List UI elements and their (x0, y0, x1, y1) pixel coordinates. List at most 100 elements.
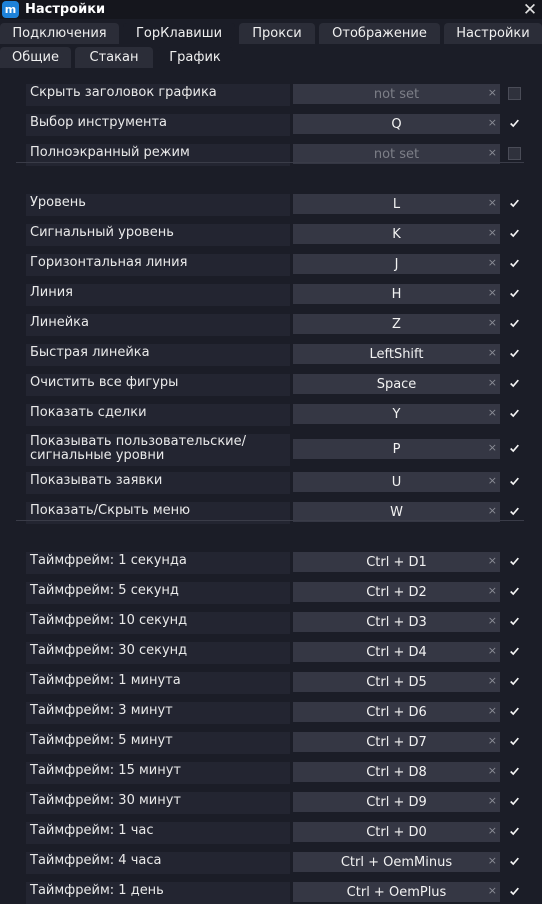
enable-checkbox[interactable] (508, 287, 521, 300)
hotkey-input[interactable]: U × (293, 472, 500, 492)
hotkey-input[interactable]: Ctrl + D7 × (293, 732, 500, 752)
enable-checkbox[interactable] (508, 442, 521, 455)
clear-icon[interactable]: × (488, 764, 497, 777)
hotkey-value: L (392, 196, 401, 212)
subtab-orderbook[interactable]: Стакан (75, 47, 153, 68)
enable-checkbox[interactable] (508, 475, 521, 488)
clear-icon[interactable]: × (488, 346, 497, 359)
hotkey-input[interactable]: Ctrl + OemMinus × (293, 852, 500, 872)
enable-checkbox[interactable] (508, 555, 521, 568)
hotkey-label-text: Таймфрейм: 1 день (30, 882, 164, 898)
enable-checkbox[interactable] (508, 615, 521, 628)
clear-icon[interactable]: × (488, 406, 497, 419)
clear-icon[interactable]: × (488, 116, 497, 129)
hotkey-input[interactable]: Ctrl + OemPlus × (293, 882, 500, 902)
enable-checkbox[interactable] (508, 585, 521, 598)
enable-checkbox[interactable] (508, 87, 521, 100)
clear-icon[interactable]: × (488, 376, 497, 389)
clear-icon[interactable]: × (488, 614, 497, 627)
hotkey-input[interactable]: Ctrl + D6 × (293, 702, 500, 722)
hotkey-label-text: Таймфрейм: 30 секунд (30, 642, 188, 658)
hotkey-input[interactable]: Ctrl + D2 × (293, 582, 500, 602)
hotkey-input[interactable]: Y × (293, 404, 500, 424)
clear-icon[interactable]: × (488, 644, 497, 657)
hotkey-input[interactable]: Ctrl + D3 × (293, 612, 500, 632)
tab-hotkeys[interactable]: ГорКлавиши (123, 23, 235, 44)
enable-checkbox[interactable] (508, 117, 521, 130)
clear-icon[interactable]: × (488, 86, 497, 99)
clear-icon[interactable]: × (488, 884, 497, 897)
hotkey-input[interactable]: J × (293, 254, 500, 274)
tab-connections[interactable]: Подключения (0, 23, 119, 44)
enable-checkbox[interactable] (508, 347, 521, 360)
clear-icon[interactable]: × (488, 554, 497, 567)
hotkey-row: Таймфрейм: 4 часа Ctrl + OemMinus × (26, 852, 524, 874)
clear-icon[interactable]: × (488, 674, 497, 687)
hotkey-input[interactable]: Z × (293, 314, 500, 334)
hotkey-input[interactable]: not set × (293, 144, 500, 164)
enable-checkbox[interactable] (508, 645, 521, 658)
enable-checkbox[interactable] (508, 765, 521, 778)
close-icon[interactable]: ✕ (521, 0, 539, 20)
enable-checkbox[interactable] (508, 825, 521, 838)
clear-icon[interactable]: × (488, 256, 497, 269)
clear-icon[interactable]: × (488, 196, 497, 209)
clear-icon[interactable]: × (488, 824, 497, 837)
checkmark-icon (510, 737, 519, 746)
tab-proxy[interactable]: Прокси (239, 23, 315, 44)
enable-checkbox[interactable] (508, 317, 521, 330)
hotkey-input[interactable]: Ctrl + D1 × (293, 552, 500, 572)
hotkey-input[interactable]: Ctrl + D5 × (293, 672, 500, 692)
enable-checkbox[interactable] (508, 377, 521, 390)
hotkey-input[interactable]: W × (293, 502, 500, 522)
hotkey-input[interactable]: H × (293, 284, 500, 304)
hotkey-input[interactable]: Ctrl + D4 × (293, 642, 500, 662)
hotkey-input[interactable]: Ctrl + D8 × (293, 762, 500, 782)
enable-checkbox[interactable] (508, 885, 521, 898)
clear-icon[interactable]: × (488, 226, 497, 239)
subtab-general[interactable]: Общие (0, 47, 71, 68)
enable-checkbox[interactable] (508, 147, 521, 160)
hotkey-input[interactable]: Q × (293, 114, 500, 134)
enable-checkbox[interactable] (508, 795, 521, 808)
tab-display[interactable]: Отображение (319, 23, 440, 44)
hotkey-value: Ctrl + OemMinus (340, 854, 453, 870)
enable-checkbox[interactable] (508, 705, 521, 718)
hotkey-label-text: Сигнальный уровень (30, 224, 174, 240)
enable-checkbox[interactable] (508, 855, 521, 868)
hotkey-label-text: Таймфрейм: 3 минут (30, 702, 173, 718)
hotkey-input[interactable]: LeftShift × (293, 344, 500, 364)
enable-checkbox[interactable] (508, 257, 521, 270)
clear-icon[interactable]: × (488, 854, 497, 867)
clear-icon[interactable]: × (488, 704, 497, 717)
hotkey-input[interactable]: P × (293, 439, 500, 459)
enable-checkbox[interactable] (508, 735, 521, 748)
enable-checkbox[interactable] (508, 197, 521, 210)
clear-icon[interactable]: × (488, 146, 497, 159)
clear-icon[interactable]: × (488, 734, 497, 747)
enable-checkbox[interactable] (508, 407, 521, 420)
hotkey-input[interactable]: L × (293, 194, 500, 214)
checkmark-icon (510, 199, 519, 208)
hotkey-input[interactable]: K × (293, 224, 500, 244)
hotkey-label: Быстрая линейка (26, 344, 290, 366)
hotkey-row: Линейка Z × (26, 314, 524, 336)
clear-icon[interactable]: × (488, 286, 497, 299)
clear-icon[interactable]: × (488, 316, 497, 329)
clear-icon[interactable]: × (488, 794, 497, 807)
clear-icon[interactable]: × (488, 474, 497, 487)
hotkey-input[interactable]: not set × (293, 84, 500, 104)
hotkey-input[interactable]: Ctrl + D9 × (293, 792, 500, 812)
clear-icon[interactable]: × (488, 504, 497, 517)
clear-icon[interactable]: × (488, 441, 497, 454)
subtab-chart[interactable]: График (157, 47, 233, 68)
clear-icon[interactable]: × (488, 584, 497, 597)
hotkey-input[interactable]: Space × (293, 374, 500, 394)
hotkey-value: Space (376, 376, 417, 392)
hotkey-label-text: Таймфрейм: 1 секунда (30, 552, 187, 568)
enable-checkbox[interactable] (508, 505, 521, 518)
hotkey-input[interactable]: Ctrl + D0 × (293, 822, 500, 842)
enable-checkbox[interactable] (508, 227, 521, 240)
enable-checkbox[interactable] (508, 675, 521, 688)
tab-settings[interactable]: Настройки (444, 23, 542, 44)
